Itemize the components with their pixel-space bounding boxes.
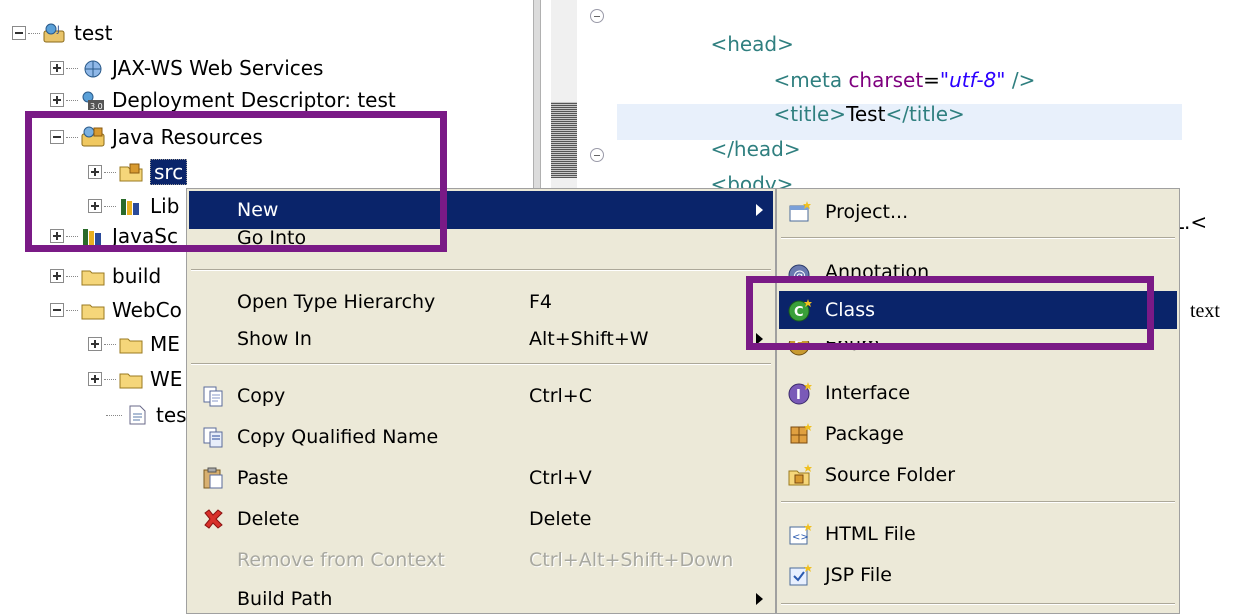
expand-toggle[interactable] xyxy=(50,61,64,75)
menu-item-remove-from-context[interactable]: Remove from Context Ctrl+Alt+Shift+Down xyxy=(189,541,773,579)
source-folder-new-icon xyxy=(787,462,813,488)
paste-icon xyxy=(201,466,225,490)
submenu-item-html-file[interactable]: <> HTML File xyxy=(779,515,1177,553)
annotation-text: text xyxy=(1190,300,1220,322)
menu-item-show-in[interactable]: Show In Alt+Shift+W xyxy=(189,320,773,358)
tree-item-label: build xyxy=(112,264,162,288)
tree-item-label: Deployment Descriptor: test xyxy=(112,88,396,112)
tree-item-label: WE xyxy=(150,367,183,391)
folder-icon xyxy=(80,299,106,321)
folder-icon xyxy=(80,265,106,287)
jsp-file-icon xyxy=(787,562,813,588)
tree-item-meta-inf[interactable]: ME xyxy=(88,327,180,361)
collapse-toggle[interactable] xyxy=(50,303,64,317)
submenu-arrow-icon xyxy=(756,204,763,216)
tree-item-label: ME xyxy=(150,332,180,356)
menu-separator xyxy=(781,603,1175,605)
svg-text:I: I xyxy=(796,388,801,403)
tree-item-label: JAX-WS Web Services xyxy=(112,56,324,80)
package-icon xyxy=(787,421,813,447)
expand-toggle[interactable] xyxy=(88,337,102,351)
fold-collapse-icon[interactable] xyxy=(590,9,604,23)
tree-item-web-inf[interactable]: WE xyxy=(88,362,182,396)
new-project-icon xyxy=(787,199,813,225)
submenu-item-package[interactable]: Package xyxy=(779,415,1177,453)
menu-item-open-type-hierarchy[interactable]: Open Type Hierarchy F4 xyxy=(189,283,773,321)
submenu-item-source-folder[interactable]: Source Folder xyxy=(779,456,1177,494)
tree-item-label: test xyxy=(74,21,113,45)
menu-separator xyxy=(191,363,771,365)
menu-item-paste[interactable]: Paste Ctrl+V xyxy=(189,459,773,497)
tree-item-test[interactable]: J test xyxy=(12,16,112,50)
tree-item-build[interactable]: build xyxy=(50,259,161,293)
highlight-box-java-resources xyxy=(25,111,447,252)
menu-item-copy-qualified-name[interactable]: Copy Qualified Name xyxy=(189,418,773,456)
tree-item-test-file[interactable]: tes xyxy=(104,398,187,432)
tree-item-webcontent[interactable]: WebCo xyxy=(50,293,182,327)
menu-item-delete[interactable]: Delete Delete xyxy=(189,500,773,538)
expand-toggle[interactable] xyxy=(50,93,64,107)
copy-icon xyxy=(201,384,225,408)
submenu-item-project[interactable]: Project... xyxy=(779,193,1177,231)
tree-item-label: tes xyxy=(156,403,187,427)
highlight-box-class xyxy=(746,276,1154,350)
html-file-icon: <> xyxy=(787,521,813,547)
menu-separator xyxy=(781,501,1175,503)
interface-icon: I xyxy=(787,380,813,406)
web-project-icon: J xyxy=(42,22,68,44)
menu-item-build-path[interactable]: Build Path xyxy=(189,580,773,614)
menu-separator xyxy=(191,269,771,271)
tree-item-jax-ws[interactable]: JAX-WS Web Services xyxy=(50,51,323,85)
folder-icon xyxy=(118,333,144,355)
menu-item-copy[interactable]: Copy Ctrl+C xyxy=(189,377,773,415)
deployment-descriptor-icon: 3.0 xyxy=(80,89,106,111)
submenu-arrow-icon xyxy=(756,593,763,605)
tree-item-deployment-descriptor[interactable]: 3.0 Deployment Descriptor: test xyxy=(50,86,396,114)
delete-icon xyxy=(201,507,225,531)
svg-text:J: J xyxy=(56,25,60,35)
overview-ruler-mark xyxy=(551,102,577,178)
menu-separator xyxy=(781,237,1175,239)
tree-item-label: WebCo xyxy=(112,298,182,322)
expand-toggle[interactable] xyxy=(50,269,64,283)
submenu-item-jsp-file[interactable]: JSP File xyxy=(779,556,1177,594)
svg-text:3.0: 3.0 xyxy=(90,102,103,111)
copy-qualified-name-icon xyxy=(201,425,225,449)
web-services-icon xyxy=(80,57,106,79)
file-icon xyxy=(124,404,150,426)
folder-icon xyxy=(118,368,144,390)
svg-text:<>: <> xyxy=(792,532,809,543)
collapse-toggle[interactable] xyxy=(12,26,26,40)
submenu-item-interface[interactable]: I Interface xyxy=(779,374,1177,412)
new-submenu: Project... @ Annotation C Class E Enum I… xyxy=(776,188,1180,614)
expand-toggle[interactable] xyxy=(88,372,102,386)
fold-collapse-icon[interactable] xyxy=(590,148,604,162)
